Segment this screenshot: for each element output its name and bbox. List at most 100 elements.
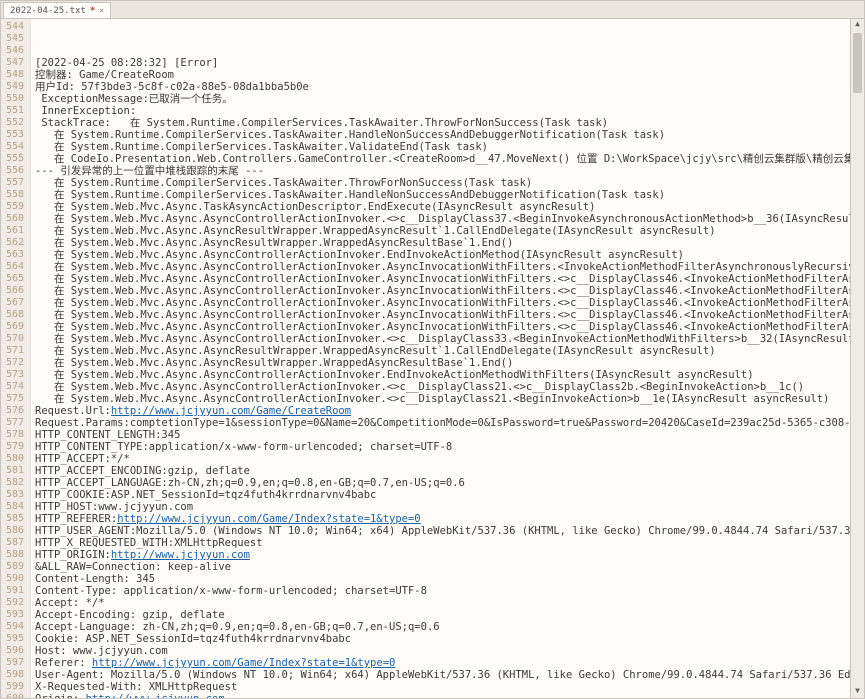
scrollbar-thumb[interactable] <box>853 33 862 93</box>
tab-bar: 2022-04-25.txt * × <box>1 1 864 19</box>
log-line: 在 System.Web.Mvc.Async.AsyncControllerAc… <box>35 381 850 393</box>
line-number: 593 <box>1 609 24 621</box>
log-line: Content-Type: application/x-www-form-url… <box>35 585 850 597</box>
line-number: 570 <box>1 333 24 345</box>
line-number: 587 <box>1 537 24 549</box>
line-number: 596 <box>1 645 24 657</box>
line-number: 595 <box>1 633 24 645</box>
line-number: 548 <box>1 69 24 81</box>
line-number: 600 <box>1 693 24 698</box>
log-line: Host: www.jcjyyun.com <box>35 645 850 657</box>
line-number: 568 <box>1 309 24 321</box>
line-number: 582 <box>1 477 24 489</box>
line-number: 558 <box>1 189 24 201</box>
url-link[interactable]: http://www.jcjyyun.com/Game/Index?state=… <box>92 657 395 669</box>
line-number: 581 <box>1 465 24 477</box>
line-number: 579 <box>1 441 24 453</box>
line-number: 557 <box>1 177 24 189</box>
log-line: 在 System.Web.Mvc.Async.AsyncControllerAc… <box>35 213 850 225</box>
log-line: HTTP_USER_AGENT:Mozilla/5.0 (Windows NT … <box>35 525 850 537</box>
line-number: 586 <box>1 525 24 537</box>
line-number: 566 <box>1 285 24 297</box>
log-line: 在 System.Runtime.CompilerServices.TaskAw… <box>35 177 850 189</box>
log-line: 控制器: Game/CreateRoom <box>35 69 850 81</box>
line-number: 561 <box>1 225 24 237</box>
line-number: 553 <box>1 129 24 141</box>
url-link[interactable]: http://www.jcjyyun.com/Game/CreateRoom <box>111 405 351 417</box>
line-number: 588 <box>1 549 24 561</box>
line-number: 591 <box>1 585 24 597</box>
editor-window: 2022-04-25.txt * × 544545546547548549550… <box>0 0 865 699</box>
scroll-down-icon[interactable]: ▼ <box>851 686 864 698</box>
log-line: 在 System.Web.Mvc.Async.TaskAsyncActionDe… <box>35 201 850 213</box>
line-number: 563 <box>1 249 24 261</box>
line-number: 564 <box>1 261 24 273</box>
log-line: 在 System.Web.Mvc.Async.AsyncControllerAc… <box>35 369 850 381</box>
line-number: 547 <box>1 57 24 69</box>
url-link[interactable]: http://www.jcjyyun.com <box>111 549 250 561</box>
line-number: 554 <box>1 141 24 153</box>
log-line: HTTP_ACCEPT_LANGUAGE:zh-CN,zh;q=0.9,en;q… <box>35 477 850 489</box>
line-number: 571 <box>1 345 24 357</box>
line-number: 551 <box>1 105 24 117</box>
log-line: 在 System.Web.Mvc.Async.AsyncControllerAc… <box>35 393 850 405</box>
log-line: Origin: http://www.jcjyyun.com <box>35 693 850 698</box>
line-number: 599 <box>1 681 24 693</box>
text-content[interactable]: [2022-04-25 08:28:32] [Error]控制器: Game/C… <box>31 19 850 698</box>
line-number: 583 <box>1 489 24 501</box>
line-number: 585 <box>1 513 24 525</box>
line-number: 573 <box>1 369 24 381</box>
log-line: Request.Url:http://www.jcjyyun.com/Game/… <box>35 405 850 417</box>
line-number: 569 <box>1 321 24 333</box>
line-number: 550 <box>1 93 24 105</box>
tab-label: 2022-04-25.txt <box>10 6 86 16</box>
file-tab[interactable]: 2022-04-25.txt * × <box>3 2 111 18</box>
line-number: 552 <box>1 117 24 129</box>
log-line <box>35 45 850 57</box>
line-number: 560 <box>1 213 24 225</box>
line-number: 545 <box>1 33 24 45</box>
log-line: HTTP_CONTENT_LENGTH:345 <box>35 429 850 441</box>
log-line: Request.Params:comptetionType=1&sessionT… <box>35 417 850 429</box>
log-line: 用户Id: 57f3bde3-5c8f-c02a-88e5-08da1bba5b… <box>35 81 850 93</box>
log-line: HTTP_X_REQUESTED_WITH:XMLHttpRequest <box>35 537 850 549</box>
log-line: 在 System.Runtime.CompilerServices.TaskAw… <box>35 129 850 141</box>
line-number-gutter: 5445455465475485495505515525535545555565… <box>1 19 31 698</box>
log-line: &ALL_RAW=Connection: keep-alive <box>35 561 850 573</box>
log-line: HTTP_ACCEPT_ENCODING:gzip, deflate <box>35 465 850 477</box>
dirty-indicator-icon: * <box>90 6 95 16</box>
scroll-up-icon[interactable]: ▲ <box>851 19 864 31</box>
log-line: 在 System.Web.Mvc.Async.AsyncResultWrappe… <box>35 225 850 237</box>
line-number: 544 <box>1 21 24 33</box>
line-number: 598 <box>1 669 24 681</box>
line-number: 584 <box>1 501 24 513</box>
line-number: 556 <box>1 165 24 177</box>
line-number: 565 <box>1 273 24 285</box>
url-link[interactable]: http://www.jcjyyun.com <box>86 693 225 698</box>
log-line: X-Requested-With: XMLHttpRequest <box>35 681 850 693</box>
log-line: 在 System.Runtime.CompilerServices.TaskAw… <box>35 189 850 201</box>
log-line: 在 System.Web.Mvc.Async.AsyncResultWrappe… <box>35 357 850 369</box>
log-line: HTTP_CONTENT_TYPE:application/x-www-form… <box>35 441 850 453</box>
log-line <box>35 33 850 45</box>
line-number: 549 <box>1 81 24 93</box>
close-icon[interactable]: × <box>99 6 104 15</box>
log-line: HTTP_COOKIE:ASP.NET_SessionId=tqz4futh4k… <box>35 489 850 501</box>
log-line: HTTP_HOST:www.jcjyyun.com <box>35 501 850 513</box>
log-line: HTTP_REFERER:http://www.jcjyyun.com/Game… <box>35 513 850 525</box>
log-line: 在 System.Web.Mvc.Async.AsyncControllerAc… <box>35 261 850 273</box>
line-number: 580 <box>1 453 24 465</box>
log-line: Content-Length: 345 <box>35 573 850 585</box>
log-line: HTTP_ORIGIN:http://www.jcjyyun.com <box>35 549 850 561</box>
log-line: Accept-Encoding: gzip, deflate <box>35 609 850 621</box>
line-number: 574 <box>1 381 24 393</box>
line-number: 577 <box>1 417 24 429</box>
log-line: InnerException: <box>35 105 850 117</box>
log-line: 在 System.Web.Mvc.Async.AsyncResultWrappe… <box>35 237 850 249</box>
line-number: 592 <box>1 597 24 609</box>
url-link[interactable]: http://www.jcjyyun.com/Game/Index?state=… <box>117 513 420 525</box>
vertical-scrollbar[interactable]: ▲ ▼ <box>850 19 864 698</box>
log-line <box>35 21 850 33</box>
code-area: 5445455465475485495505515525535545555565… <box>1 19 864 698</box>
line-number: 597 <box>1 657 24 669</box>
